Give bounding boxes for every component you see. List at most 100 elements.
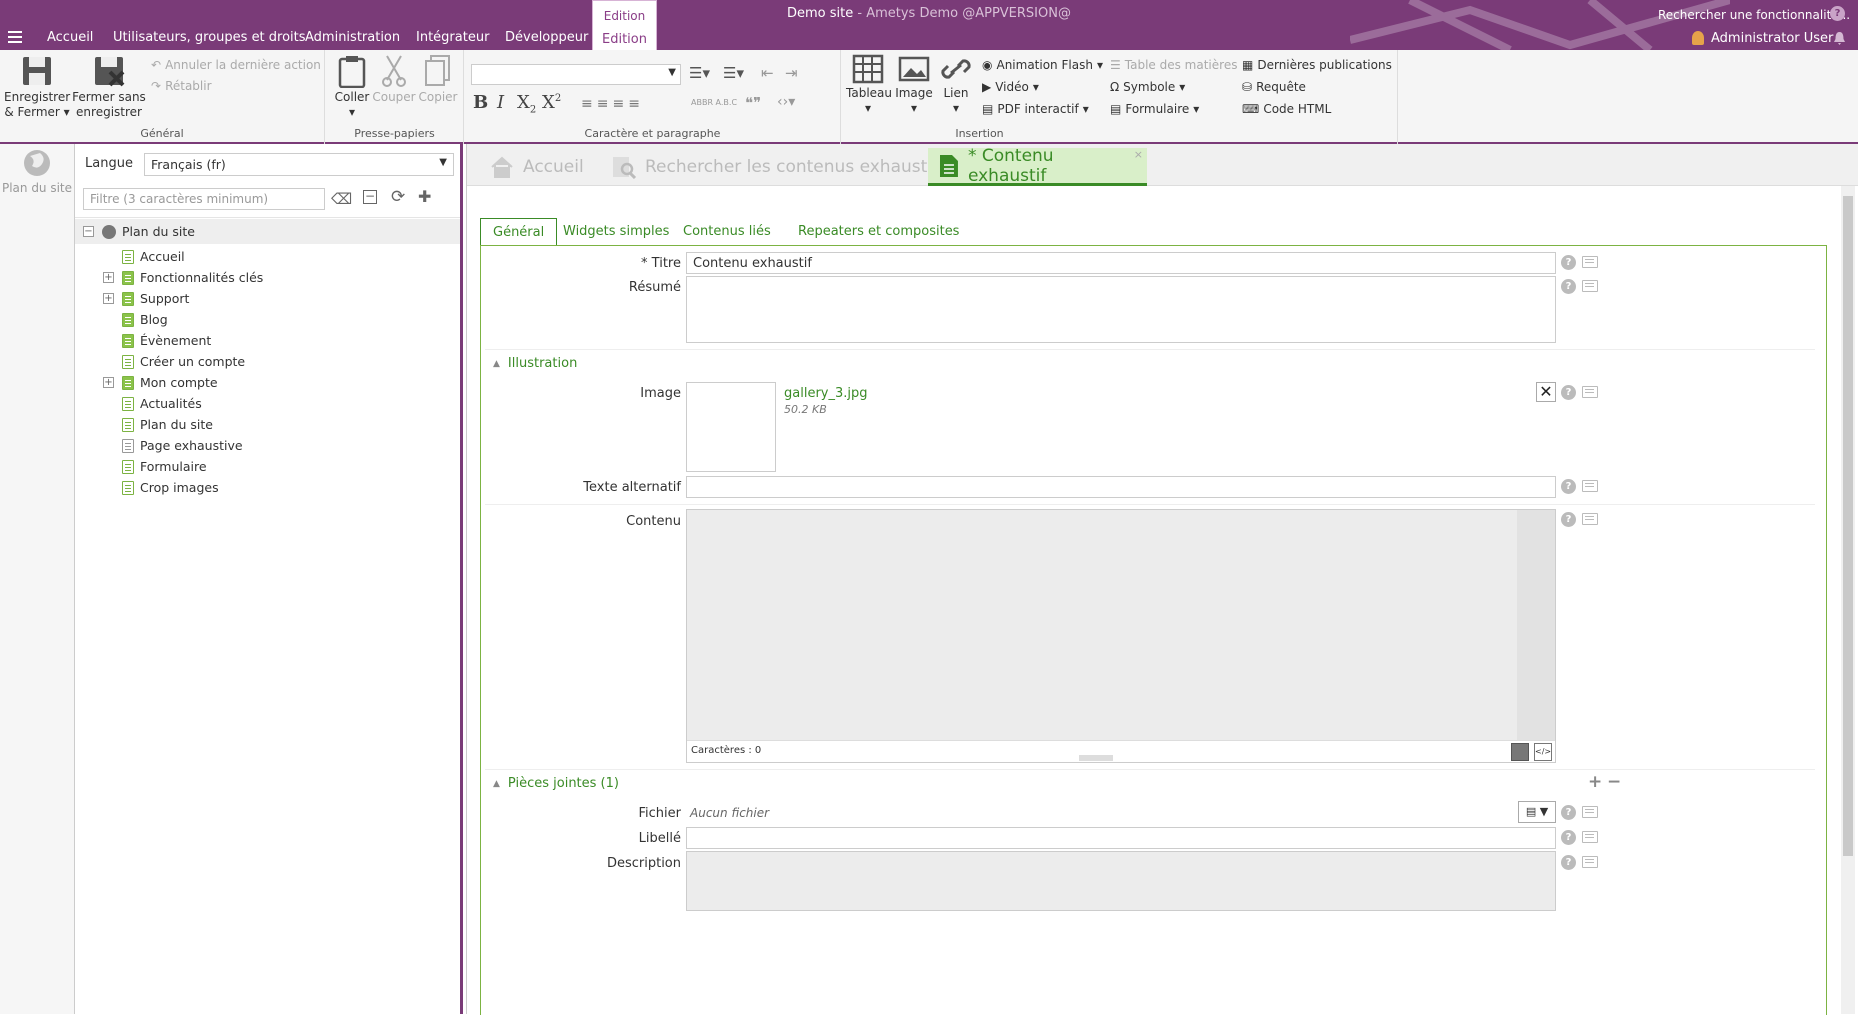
code-icon[interactable]: ‹›▾: [777, 94, 795, 110]
query-button[interactable]: ⛁ Requête: [1242, 80, 1306, 94]
wysiwyg-mode-icon[interactable]: [1511, 743, 1529, 761]
tab-simple-widgets[interactable]: Widgets simples: [551, 218, 681, 246]
source-mode-icon[interactable]: </>: [1534, 743, 1552, 761]
editor-scrollbar[interactable]: [1517, 510, 1555, 740]
comment-icon[interactable]: [1582, 256, 1598, 268]
tree-filter-input[interactable]: Filtre (3 caractères minimum): [83, 188, 325, 210]
help-icon[interactable]: ?: [1561, 830, 1576, 845]
form-button[interactable]: ▤ Formulaire ▾: [1110, 102, 1199, 116]
user-name[interactable]: Administrator User: [1711, 31, 1833, 46]
bell-icon[interactable]: [1833, 31, 1846, 46]
comment-icon[interactable]: [1582, 386, 1598, 398]
numbered-list-icon[interactable]: ☰▾: [723, 64, 744, 82]
menu-users-groups-rights[interactable]: Utilisateurs, groupes et droits: [113, 30, 306, 45]
copy-button[interactable]: Copier: [418, 54, 458, 105]
eraser-icon[interactable]: ⌫: [331, 190, 352, 208]
expand-icon[interactable]: +: [103, 293, 114, 304]
tab-general[interactable]: Général: [480, 218, 558, 248]
indent-icon[interactable]: ⇥: [785, 64, 798, 82]
language-select[interactable]: Français (fr) ▼: [144, 153, 454, 176]
tab-home[interactable]: Accueil: [479, 148, 594, 186]
flash-button[interactable]: ◉ Animation Flash ▾: [982, 58, 1103, 72]
redo-button[interactable]: ↷ Rétablir: [151, 79, 212, 93]
comment-icon[interactable]: [1582, 280, 1598, 292]
cut-button[interactable]: Couper: [372, 54, 416, 105]
title-input[interactable]: Contenu exhaustif: [686, 252, 1556, 274]
refresh-icon[interactable]: ⟳: [391, 187, 405, 207]
comment-icon[interactable]: [1582, 831, 1598, 843]
description-editor[interactable]: [686, 851, 1556, 911]
expand-icon[interactable]: +: [103, 272, 114, 283]
file-select-button[interactable]: ▤ ▼: [1518, 801, 1556, 823]
tab-content[interactable]: * Contenu exhaustif ×: [928, 146, 1147, 186]
remove-icon[interactable]: −: [1607, 772, 1621, 792]
remove-image-icon[interactable]: ✕: [1536, 382, 1556, 402]
help-icon[interactable]: ?: [1561, 512, 1576, 527]
comment-icon[interactable]: [1582, 480, 1598, 492]
close-icon[interactable]: ×: [1134, 148, 1143, 161]
style-select[interactable]: ▼: [471, 64, 681, 85]
link-button[interactable]: Lien ▾: [938, 54, 974, 116]
tab-repeaters[interactable]: Repeaters et composites: [786, 218, 971, 246]
tab-linked-contents[interactable]: Contenus liés: [671, 218, 783, 246]
tree-item[interactable]: Crop images: [75, 475, 460, 500]
quote-icon[interactable]: ❝❞: [745, 94, 761, 112]
help-icon[interactable]: ?: [1561, 805, 1576, 820]
menu-administration[interactable]: Administration: [305, 30, 400, 45]
collapse-icon[interactable]: −: [83, 226, 94, 237]
menu-integrateur[interactable]: Intégrateur: [416, 30, 489, 45]
image-filename[interactable]: gallery_3.jpg: [784, 386, 868, 401]
help-icon[interactable]: ?: [1561, 279, 1576, 294]
pdf-button[interactable]: ▤ PDF interactif ▾: [982, 102, 1089, 116]
form-scrollbar[interactable]: [1841, 186, 1855, 1014]
add-icon[interactable]: +: [1588, 772, 1602, 792]
help-icon[interactable]: ?: [1830, 6, 1845, 21]
table-button[interactable]: Tableau ▾: [846, 54, 892, 116]
tab-search[interactable]: Rechercher les contenus exhaustifs: [601, 148, 957, 186]
spellcheck-icon[interactable]: ABBR A.B.C: [691, 98, 737, 107]
menu-developpeur[interactable]: Développeur: [505, 30, 588, 45]
paste-button[interactable]: Coller ▾: [332, 54, 372, 120]
puzzle-icon[interactable]: ✚: [418, 187, 431, 206]
latest-publications-button[interactable]: ▦ Dernières publications: [1242, 58, 1392, 72]
outdent-icon[interactable]: ⇤: [761, 64, 774, 82]
symbol-button[interactable]: Ω Symbole ▾: [1110, 80, 1185, 94]
help-icon[interactable]: ?: [1561, 255, 1576, 270]
help-icon[interactable]: ?: [1561, 479, 1576, 494]
html-code-button[interactable]: ⌨ Code HTML: [1242, 102, 1331, 116]
comment-icon[interactable]: [1582, 806, 1598, 818]
feature-search-input[interactable]: Rechercher une fonctionnalité...: [1658, 8, 1850, 22]
tab-edition[interactable]: Edition Edition: [592, 0, 657, 50]
resize-handle[interactable]: [1079, 755, 1113, 761]
alt-text-input[interactable]: [686, 476, 1556, 498]
image-button[interactable]: Image ▾: [894, 54, 934, 116]
comment-icon[interactable]: [1582, 513, 1598, 525]
italic-icon[interactable]: I: [497, 92, 504, 113]
help-icon[interactable]: ?: [1561, 385, 1576, 400]
save-close-button[interactable]: Enregistrer & Fermer ▾: [4, 54, 70, 120]
collapse-all-icon[interactable]: −: [363, 190, 377, 204]
comment-icon[interactable]: [1582, 856, 1598, 868]
align-icons[interactable]: ≡≡≡≡: [581, 96, 644, 112]
image-label: Image: [640, 386, 681, 401]
video-button[interactable]: ▶ Vidéo ▾: [982, 80, 1039, 94]
close-without-saving-button[interactable]: Fermer sans enregistrer: [72, 54, 146, 120]
sitemap-tool-button[interactable]: Plan du site: [0, 148, 74, 195]
content-editor[interactable]: Caractères : 0 </>: [686, 509, 1556, 763]
undo-button[interactable]: ↶ Annuler la dernière action: [151, 58, 321, 72]
summary-textarea[interactable]: [686, 276, 1556, 343]
scrollbar-thumb[interactable]: [1843, 196, 1853, 856]
tree-root[interactable]: − Plan du site: [75, 219, 460, 244]
subscript-icon[interactable]: X2: [517, 92, 536, 116]
menu-accueil[interactable]: Accueil: [47, 30, 93, 45]
expand-icon[interactable]: +: [103, 377, 114, 388]
toc-button[interactable]: ☰ Table des matières: [1110, 58, 1237, 72]
caption-input[interactable]: [686, 827, 1556, 849]
bold-icon[interactable]: B: [473, 92, 488, 113]
attachments-section-header[interactable]: ▲ Pièces jointes (1): [493, 776, 619, 791]
bullet-list-icon[interactable]: ☰▾: [689, 64, 710, 82]
illustration-section-header[interactable]: ▲ Illustration: [493, 356, 577, 371]
hamburger-menu-icon[interactable]: [8, 31, 22, 43]
help-icon[interactable]: ?: [1561, 855, 1576, 870]
superscript-icon[interactable]: X2: [542, 92, 561, 113]
